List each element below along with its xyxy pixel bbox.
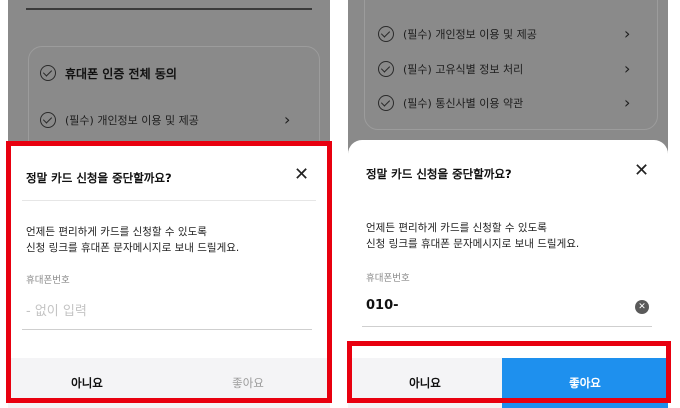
close-icon[interactable]: ✕ bbox=[294, 166, 309, 184]
cancel-bottom-sheet: 정말 카드 신청을 중단할까요? ✕ 언제든 편리하게 카드를 신청할 수 있도… bbox=[8, 144, 330, 408]
sheet-title: 정말 카드 신청을 중단할까요? bbox=[366, 167, 512, 181]
consent-all-row[interactable]: 휴대폰 인증 전체 동의 bbox=[40, 62, 177, 84]
close-icon[interactable]: ✕ bbox=[634, 162, 649, 180]
sheet-title: 정말 카드 신청을 중단할까요? bbox=[26, 171, 172, 185]
consent-item-label: (필수) 개인정보 이용 및 제공 bbox=[403, 28, 537, 41]
check-circle-icon bbox=[378, 95, 394, 111]
clear-input-icon[interactable]: ✕ bbox=[635, 300, 649, 314]
yes-button-active[interactable]: 좋아요 bbox=[502, 358, 668, 408]
description-line-2: 신청 링크를 휴대폰 문자메시지로 보내 드릴게요. bbox=[366, 238, 580, 250]
description-line-1: 언제든 편리하게 카드를 신청할 수 있도록 bbox=[366, 222, 547, 234]
consent-all-label: 휴대폰 인증 전체 동의 bbox=[65, 66, 177, 81]
sheet-description: 언제든 편리하게 카드를 신청할 수 있도록 신청 링크를 휴대폰 문자메시지로… bbox=[366, 220, 579, 252]
chevron-right-icon[interactable]: › bbox=[624, 58, 630, 80]
consent-item-carrier-terms[interactable]: (필수) 통신사별 이용 약관 bbox=[378, 92, 523, 114]
consent-item-unique-id[interactable]: (필수) 고유식별 정보 처리 bbox=[378, 58, 523, 80]
background-divider bbox=[26, 8, 312, 10]
sheet-divider bbox=[22, 200, 316, 201]
consent-item-personal-info[interactable]: (필수) 개인정보 이용 및 제공 bbox=[40, 109, 199, 131]
phone-input-value[interactable]: 010- bbox=[366, 298, 399, 313]
no-button[interactable]: 아니요 bbox=[348, 358, 502, 408]
chevron-right-icon[interactable]: › bbox=[624, 23, 630, 45]
no-button[interactable]: 아니요 bbox=[8, 358, 166, 408]
check-circle-icon bbox=[40, 112, 56, 128]
consent-item-label: (필수) 통신사별 이용 약관 bbox=[403, 97, 524, 110]
description-line-1: 언제든 편리하게 카드를 신청할 수 있도록 bbox=[26, 226, 207, 238]
check-circle-icon bbox=[378, 26, 394, 42]
left-phone-screen: 휴대폰 인증 전체 동의 (필수) 개인정보 이용 및 제공 › 정말 카드 신… bbox=[8, 0, 330, 408]
check-circle-icon bbox=[40, 65, 56, 81]
phone-input-underline bbox=[22, 329, 312, 330]
consent-item-label: (필수) 고유식별 정보 처리 bbox=[403, 63, 524, 76]
phone-input-placeholder[interactable]: - 없이 입력 bbox=[26, 300, 87, 319]
sheet-description: 언제든 편리하게 카드를 신청할 수 있도록 신청 링크를 휴대폰 문자메시지로… bbox=[26, 224, 239, 256]
description-line-2: 신청 링크를 휴대폰 문자메시지로 보내 드릴게요. bbox=[26, 242, 240, 254]
check-circle-icon bbox=[378, 61, 394, 77]
consent-item-label: (필수) 개인정보 이용 및 제공 bbox=[65, 114, 199, 127]
cancel-bottom-sheet: 정말 카드 신청을 중단할까요? ✕ 언제든 편리하게 카드를 신청할 수 있도… bbox=[348, 140, 668, 408]
phone-field-label: 휴대폰번호 bbox=[26, 275, 70, 286]
comparison-stage: 휴대폰 인증 전체 동의 (필수) 개인정보 이용 및 제공 › 정말 카드 신… bbox=[0, 0, 680, 408]
yes-button-disabled[interactable]: 좋아요 bbox=[166, 358, 330, 408]
phone-field-label: 휴대폰번호 bbox=[366, 273, 410, 284]
chevron-right-icon[interactable]: › bbox=[624, 92, 630, 114]
phone-input-underline bbox=[362, 326, 652, 327]
right-phone-screen: (필수) 개인정보 이용 및 제공 › (필수) 고유식별 정보 처리 › (필… bbox=[348, 0, 668, 408]
chevron-right-icon[interactable]: › bbox=[284, 109, 290, 131]
consent-item-personal-info[interactable]: (필수) 개인정보 이용 및 제공 bbox=[378, 23, 537, 45]
